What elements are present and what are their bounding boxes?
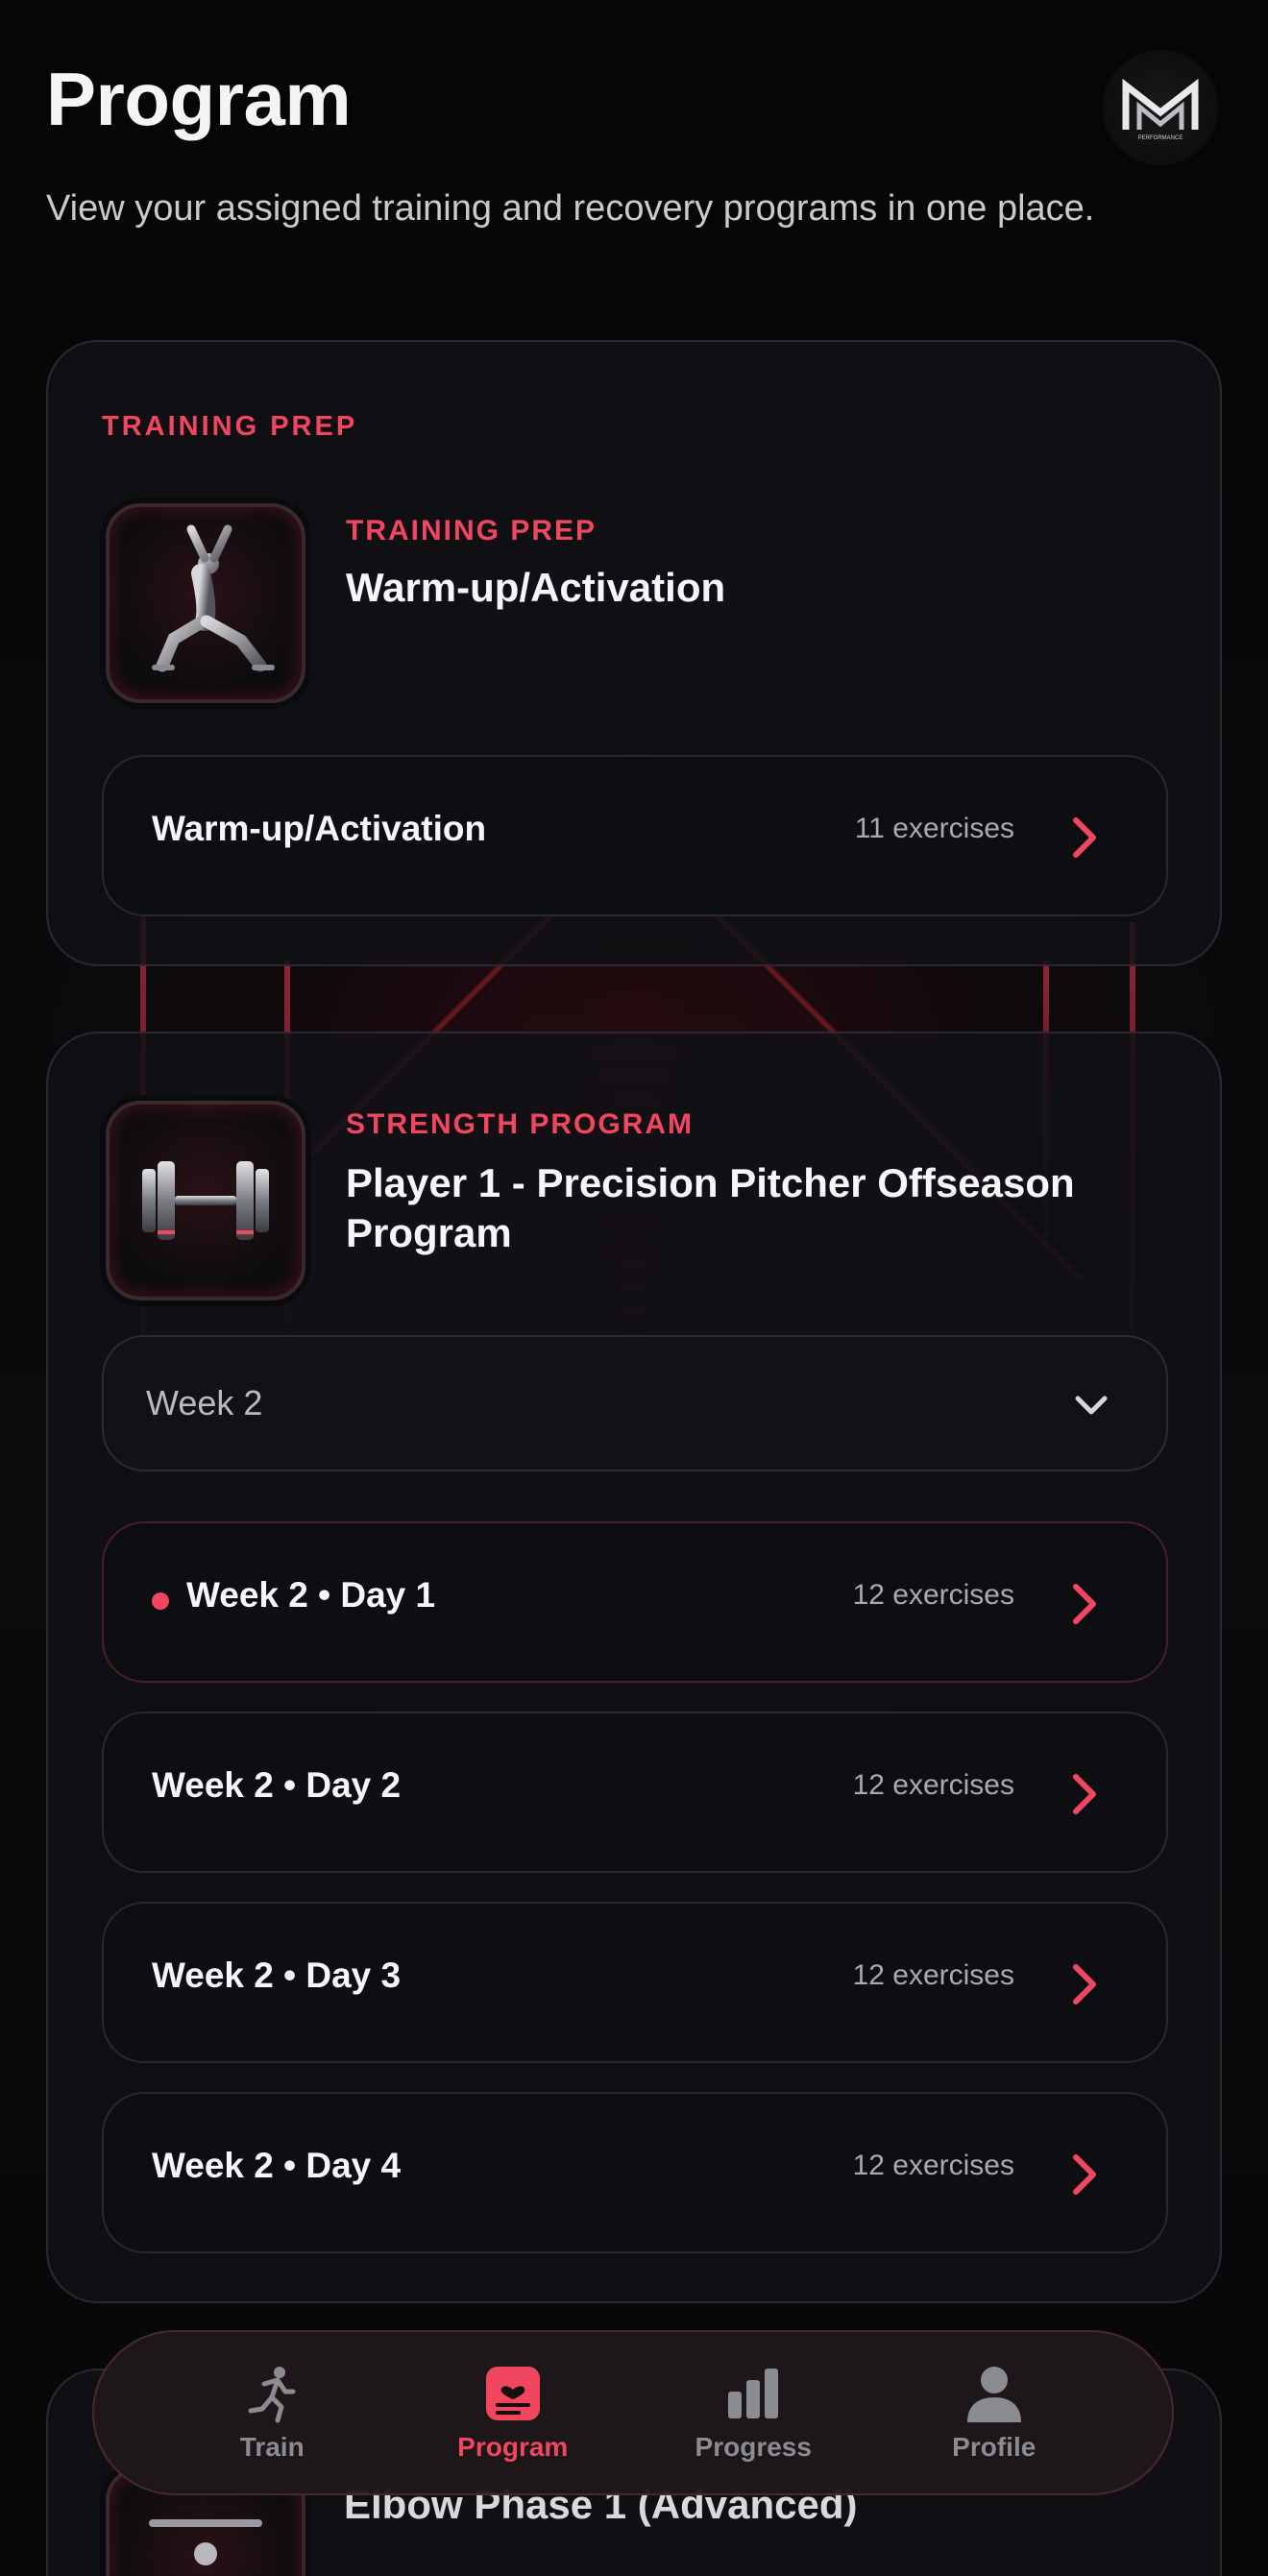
runner-icon <box>248 2367 296 2423</box>
dumbbell-icon <box>142 1161 269 1240</box>
current-day-dot <box>152 1592 169 1610</box>
tab-label: Train <box>239 2432 305 2462</box>
tab-label: Profile <box>952 2432 1036 2462</box>
exercise-count: 12 exercises <box>852 2150 1014 2181</box>
tab-progress[interactable]: Progress <box>657 2363 849 2463</box>
tab-label: Progress <box>695 2432 812 2462</box>
svg-text:PERFORMANCE: PERFORMANCE <box>1138 135 1183 141</box>
day-row[interactable]: Week 2 • Day 4 12 exercises <box>102 2092 1168 2253</box>
mm-logo-icon: PERFORMANCE <box>1122 78 1199 141</box>
bar-chart-icon <box>728 2369 779 2418</box>
chevron-right-icon <box>1073 817 1096 858</box>
page-subtitle: View your assigned training and recovery… <box>46 188 1095 229</box>
tab-train[interactable]: Train <box>176 2363 368 2463</box>
day-row-label: Week 2 • Day 4 <box>152 2146 402 2185</box>
day-row[interactable]: Week 2 • Day 3 12 exercises <box>102 1902 1168 2063</box>
program-kicker: STRENGTH PROGRAM <box>346 1108 694 1140</box>
program-heart-icon <box>485 2367 540 2420</box>
chevron-right-icon <box>1073 2154 1096 2195</box>
program-kicker: TRAINING PREP <box>346 515 597 547</box>
lunge-athlete-icon <box>152 524 275 672</box>
week-select[interactable]: Week 2 <box>102 1335 1168 1471</box>
program-title-line: Program <box>346 1210 512 1255</box>
page-title: Program <box>46 57 352 141</box>
strength-program-card: STRENGTH PROGRAM Player 1 - Precision Pi… <box>46 1032 1222 2303</box>
person-icon <box>966 2367 1021 2422</box>
week-select-value: Week 2 <box>146 1383 263 1422</box>
chevron-right-icon <box>1073 1774 1096 1814</box>
overhead-press-icon <box>149 2519 262 2565</box>
training-prep-card: TRAINING PREP TRAINING PREP Warm-up/Acti… <box>46 340 1222 966</box>
workout-row-label: Warm-up/Activation <box>152 809 487 848</box>
chevron-right-icon <box>1073 1964 1096 2005</box>
section-label: TRAINING PREP <box>102 411 358 442</box>
day-row-label: Week 2 • Day 1 <box>186 1575 436 1615</box>
program-title: Player 1 - Precision Pitcher Offseason P… <box>346 1158 1075 1258</box>
exercise-count: 12 exercises <box>852 1769 1014 1801</box>
chevron-down-icon <box>1075 1396 1108 1415</box>
bottom-tab-bar: Train Program Progress Profile <box>92 2330 1174 2495</box>
program-thumbnail <box>106 503 305 703</box>
exercise-count: 11 exercises <box>854 813 1014 844</box>
exercise-count: 12 exercises <box>852 1959 1014 1991</box>
tab-label: Program <box>457 2432 569 2462</box>
tab-profile[interactable]: Profile <box>898 2363 1090 2463</box>
chevron-right-icon <box>1073 1584 1096 1624</box>
program-title-line: Player 1 - Precision Pitcher Offseason <box>346 1160 1075 1205</box>
exercise-count: 12 exercises <box>852 1579 1014 1611</box>
workout-row[interactable]: Warm-up/Activation 11 exercises <box>102 755 1168 916</box>
program-thumbnail <box>106 1101 305 1300</box>
day-row[interactable]: Week 2 • Day 1 12 exercises <box>102 1521 1168 1683</box>
program-title: Warm-up/Activation <box>346 565 726 610</box>
brand-logo[interactable]: PERFORMANCE <box>1103 50 1218 165</box>
day-row-label: Week 2 • Day 3 <box>152 1956 402 1995</box>
tab-program[interactable]: Program <box>417 2363 609 2463</box>
day-row[interactable]: Week 2 • Day 2 12 exercises <box>102 1712 1168 1873</box>
day-row-label: Week 2 • Day 2 <box>152 1765 402 1805</box>
